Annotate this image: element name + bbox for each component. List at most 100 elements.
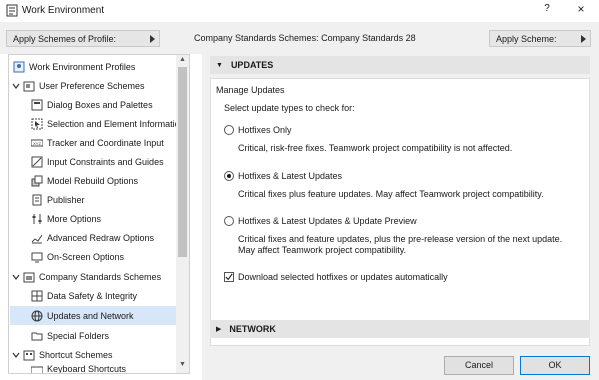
tree-item-label: Data Safety & Integrity	[47, 290, 138, 301]
scheme-caption: Company Standards Schemes: Company Stand…	[194, 33, 416, 43]
tree-item-company-standards-schemes[interactable]: Company Standards Schemes	[12, 267, 161, 286]
network-header-label: NETWORK	[229, 324, 276, 334]
radio-hotfixes-only[interactable]	[224, 125, 234, 135]
tree-item-input-constraints[interactable]: Input Constraints and Guides	[31, 152, 164, 171]
tree-item-label: Work Environment Profiles	[29, 61, 136, 72]
tree-item-label: On-Screen Options	[47, 251, 125, 262]
guides-icon	[31, 156, 43, 167]
folder-icon	[31, 332, 43, 340]
title-bar: Work Environment ? ×	[0, 0, 599, 22]
company-scheme-icon	[23, 272, 35, 282]
updates-section-header[interactable]: ▼ UPDATES	[210, 56, 590, 74]
ok-button[interactable]: OK	[520, 356, 590, 375]
option-label-hotfixes-latest-preview[interactable]: Hotfixes & Latest Updates & Update Previ…	[238, 216, 417, 226]
screen-icon	[31, 252, 43, 262]
globe-icon	[31, 310, 43, 321]
tree-item-label: Shortcut Schemes	[39, 349, 113, 360]
close-button[interactable]: ×	[570, 2, 592, 19]
network-section-header[interactable]: ▶ NETWORK	[210, 320, 590, 338]
user-scheme-icon	[23, 81, 35, 91]
tree-item-label: Special Folders	[47, 330, 110, 341]
tree-item-label: More Options	[47, 213, 102, 224]
sliders-icon	[32, 213, 42, 224]
tracker-icon: XYZ	[31, 139, 43, 146]
right-arrow-icon	[150, 35, 155, 43]
work-environment-icon	[6, 4, 18, 17]
tree-item-work-environment-profiles[interactable]: Work Environment Profiles	[13, 57, 135, 76]
checkmark-icon	[225, 273, 233, 281]
tree-item-dialog-boxes[interactable]: Dialog Boxes and Palettes	[31, 95, 153, 114]
tree-item-updates-and-network[interactable]: Updates and Network	[10, 306, 176, 325]
chevron-down-icon	[12, 83, 20, 89]
apply-profile-label: Apply Schemes of Profile:	[13, 34, 117, 44]
tree-item-shortcut-schemes[interactable]: Shortcut Schemes	[12, 345, 113, 364]
tree-item-on-screen-options[interactable]: On-Screen Options	[31, 247, 124, 266]
radio-hotfixes-latest-preview[interactable]	[224, 216, 234, 226]
option-desc2-hotfixes-latest-preview: May affect Teamwork project compatibilit…	[238, 245, 407, 255]
scheme-caption-label: Company Standards Schemes:	[194, 33, 322, 43]
right-arrow-icon	[581, 35, 586, 43]
scroll-up-arrow-icon[interactable]: ▲	[176, 56, 189, 66]
help-button[interactable]: ?	[538, 3, 556, 19]
auto-download-checkbox[interactable]	[224, 272, 234, 282]
tree-item-keyboard-shortcuts[interactable]: Keyboard Shortcuts	[31, 364, 126, 373]
triangle-right-icon: ▶	[216, 326, 222, 333]
triangle-down-icon: ▼	[216, 61, 223, 69]
tree-item-label: Input Constraints and Guides	[47, 156, 164, 167]
scroll-thumb[interactable]	[178, 67, 187, 257]
scheme-toolbar: Apply Schemes of Profile: Company Standa…	[0, 22, 599, 54]
tree-item-label: Company Standards Schemes	[39, 271, 162, 282]
settings-panel: ▼ UPDATES Manage Updates Select update t…	[202, 54, 599, 380]
tree-item-tracker[interactable]: XYZ Tracker and Coordinate Input	[31, 133, 164, 152]
tree-item-label: Publisher	[47, 194, 85, 205]
option-desc-hotfixes-only: Critical, risk-free fixes. Teamwork proj…	[238, 143, 513, 153]
auto-download-label[interactable]: Download selected hotfixes or updates au…	[238, 272, 448, 282]
chevron-down-icon	[12, 352, 20, 358]
tree-item-special-folders[interactable]: Special Folders	[31, 326, 109, 345]
tree-item-label: Tracker and Coordinate Input	[47, 137, 164, 148]
tree-item-label: Dialog Boxes and Palettes	[47, 99, 153, 110]
tree-item-label: Advanced Redraw Options	[47, 232, 155, 243]
tree-item-label: Keyboard Shortcuts	[47, 364, 127, 373]
apply-profile-dropdown[interactable]: Apply Schemes of Profile:	[6, 30, 160, 47]
shortcut-scheme-icon	[23, 350, 35, 360]
tree-scrollbar[interactable]: ▲ ▼	[176, 55, 189, 373]
profiles-icon	[13, 61, 25, 72]
model-rebuild-icon	[31, 175, 43, 186]
tree-item-data-safety[interactable]: Data Safety & Integrity	[31, 286, 137, 305]
window-title: Work Environment	[22, 5, 105, 16]
scroll-down-arrow-icon[interactable]: ▼	[176, 361, 189, 371]
tree-item-label: Selection and Element Information	[47, 118, 185, 129]
updates-section-body: Manage Updates Select update types to ch…	[210, 78, 590, 346]
cancel-button[interactable]: Cancel	[444, 356, 514, 375]
scheme-name: Company Standards 28	[321, 33, 416, 43]
option-label-hotfixes-latest[interactable]: Hotfixes & Latest Updates	[238, 171, 342, 181]
tree-item-publisher[interactable]: Publisher	[31, 190, 85, 209]
radio-hotfixes-latest[interactable]	[224, 171, 234, 181]
option-desc-hotfixes-latest-preview: Critical fixes and feature updates, plus…	[238, 234, 563, 244]
apply-scheme-dropdown[interactable]: Apply Scheme:	[489, 30, 591, 47]
tree-item-more-options[interactable]: More Options	[31, 209, 101, 228]
svg-text:XYZ: XYZ	[33, 141, 41, 146]
tree-item-label: User Preference Schemes	[39, 80, 145, 91]
redraw-icon	[31, 234, 43, 243]
settings-tree: Work Environment Profiles User Preferenc…	[8, 54, 190, 374]
tree-item-model-rebuild[interactable]: Model Rebuild Options	[31, 171, 138, 190]
manage-updates-label: Manage Updates	[216, 85, 285, 95]
data-safety-icon	[31, 290, 43, 301]
updates-header-label: UPDATES	[230, 60, 274, 70]
apply-scheme-label: Apply Scheme:	[496, 34, 557, 44]
selection-icon	[31, 118, 43, 129]
tree-item-advanced-redraw[interactable]: Advanced Redraw Options	[31, 228, 154, 247]
keyboard-icon	[31, 366, 43, 373]
publisher-icon	[32, 194, 42, 205]
tree-item-label: Updates and Network	[47, 310, 134, 321]
chevron-down-icon	[12, 274, 20, 280]
tree-item-user-preference-schemes[interactable]: User Preference Schemes	[12, 76, 145, 95]
dialog-icon	[31, 99, 43, 110]
option-label-hotfixes-only[interactable]: Hotfixes Only	[238, 125, 292, 135]
tree-item-label: Model Rebuild Options	[47, 175, 139, 186]
tree-item-selection[interactable]: Selection and Element Information	[31, 114, 185, 133]
select-types-label: Select update types to check for:	[224, 103, 355, 113]
option-desc-hotfixes-latest: Critical fixes plus feature updates. May…	[238, 189, 544, 199]
